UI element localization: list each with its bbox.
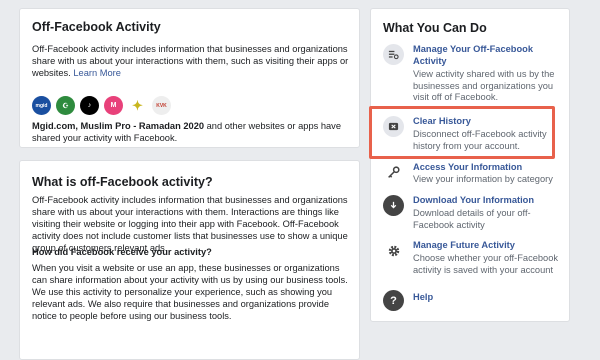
what-is-off-facebook-card: What is off-Facebook activity? Off-Faceb… xyxy=(19,160,360,360)
off-facebook-description: Off-Facebook activity includes informati… xyxy=(32,43,352,79)
clear-history-icon xyxy=(383,116,404,137)
how-received-heading: How did Facebook receive your activity? xyxy=(32,247,212,257)
pink-m-icon: M xyxy=(104,96,123,115)
how-received-paragraph: When you visit a website or use an app, … xyxy=(32,263,348,321)
clear-history-item[interactable]: Clear History Disconnect off-Facebook ac… xyxy=(383,116,561,156)
manage-off-facebook-desc: View activity shared with us by the busi… xyxy=(413,69,555,102)
apps-names: Mgid.com, Muslim Pro - Ramadan 2020 xyxy=(32,121,205,131)
download-information-item[interactable]: Download Your Information Download detai… xyxy=(383,195,561,235)
app-icons-row: mgid ☪ ♪ M ✦ KVK xyxy=(32,96,171,115)
off-facebook-activity-card: Off-Facebook Activity Off-Facebook activ… xyxy=(19,8,360,148)
help-icon: ? xyxy=(383,290,404,311)
download-information-desc: Download details of your off-Facebook ac… xyxy=(413,208,531,230)
kvk-icon: KVK xyxy=(152,96,171,115)
help-link[interactable]: Help xyxy=(413,292,563,304)
what-you-can-do-card: What You Can Do Manage Your Off-Facebook… xyxy=(370,8,570,322)
what-is-title: What is off-Facebook activity? xyxy=(32,175,213,189)
yellow-figure-icon: ✦ xyxy=(128,96,147,115)
manage-future-activity-item[interactable]: Manage Future Activity Choose whether yo… xyxy=(383,240,561,280)
help-item[interactable]: ? Help xyxy=(383,290,561,312)
clear-history-link[interactable]: Clear History xyxy=(413,116,563,128)
learn-more-link[interactable]: Learn More xyxy=(73,68,121,78)
manage-list-icon xyxy=(383,44,404,65)
manage-off-facebook-link[interactable]: Manage Your Off-Facebook Activity xyxy=(413,44,563,67)
gear-icon xyxy=(383,240,404,261)
download-icon xyxy=(383,195,404,216)
manage-future-activity-desc: Choose whether your off-Facebook activit… xyxy=(413,253,559,275)
download-information-link[interactable]: Download Your Information xyxy=(413,195,563,207)
clear-history-desc: Disconnect off-Facebook activity history… xyxy=(413,129,547,151)
access-information-item[interactable]: Access Your Information View your inform… xyxy=(383,162,561,188)
what-you-can-do-title: What You Can Do xyxy=(383,21,487,35)
mgid-icon: mgid xyxy=(32,96,51,115)
access-information-link[interactable]: Access Your Information xyxy=(413,162,563,174)
off-facebook-activity-title: Off-Facebook Activity xyxy=(32,20,161,34)
access-information-desc: View your information by category xyxy=(413,174,553,184)
muslim-pro-icon: ☪ xyxy=(56,96,75,115)
apps-shared-text: Mgid.com, Muslim Pro - Ramadan 2020 and … xyxy=(32,120,352,144)
key-icon xyxy=(383,162,404,183)
manage-off-facebook-activity-item[interactable]: Manage Your Off-Facebook Activity View a… xyxy=(383,44,561,106)
what-is-paragraph: Off-Facebook activity includes informati… xyxy=(32,195,348,253)
manage-future-activity-link[interactable]: Manage Future Activity xyxy=(413,240,563,252)
tiktok-icon: ♪ xyxy=(80,96,99,115)
